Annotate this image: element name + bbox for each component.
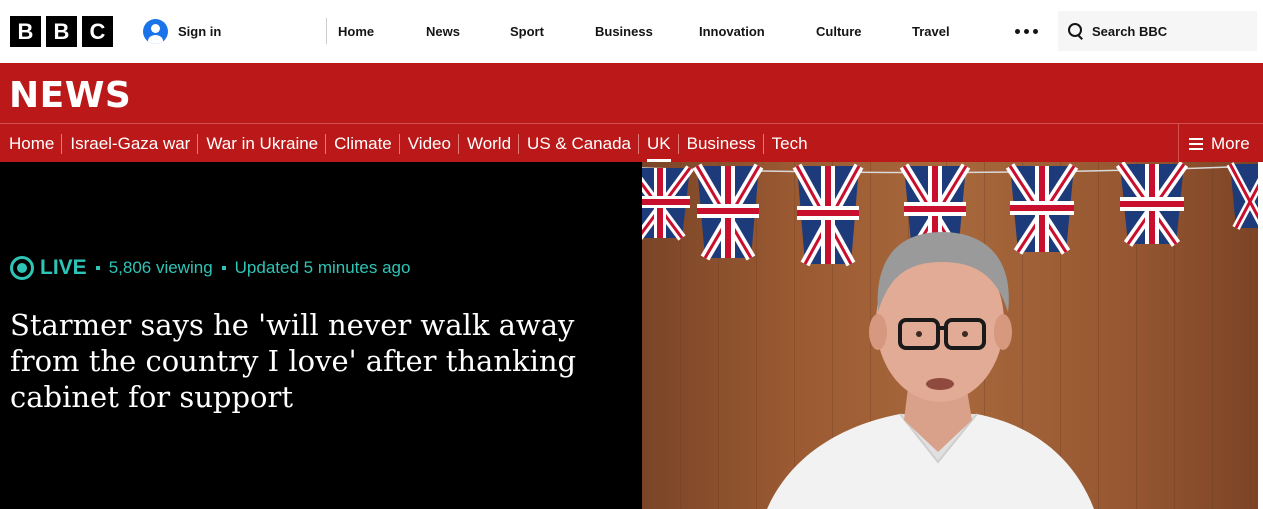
sign-in-button[interactable]: Sign in (143, 19, 221, 44)
live-indicator-icon (10, 256, 34, 280)
subnav-item-video[interactable]: Video (400, 124, 458, 163)
page-edge (1258, 162, 1263, 509)
hero-photo-illustration (642, 162, 1258, 509)
search-label: Search BBC (1092, 23, 1168, 39)
bbc-logo[interactable]: B B C (10, 16, 113, 47)
subnav-item-israel-gaza-war[interactable]: Israel-Gaza war (62, 124, 197, 163)
more-options-icon[interactable] (1015, 29, 1038, 34)
live-label: LIVE (40, 256, 87, 279)
subnav-item-world[interactable]: World (459, 124, 518, 163)
user-account-icon (143, 19, 168, 44)
search-box[interactable]: Search BBC (1058, 11, 1257, 51)
separator-dot (221, 266, 226, 270)
subnav-item-war-in-ukraine[interactable]: War in Ukraine (198, 124, 325, 163)
topnav-travel[interactable]: Travel (912, 0, 950, 63)
sign-in-label: Sign in (178, 24, 222, 39)
news-section-title[interactable]: NEWS (9, 75, 131, 116)
more-menu-button[interactable]: More (1178, 124, 1263, 163)
hamburger-menu-icon (1189, 137, 1203, 150)
topnav-home[interactable]: Home (338, 0, 374, 63)
topnav-business[interactable]: Business (595, 0, 653, 63)
subnav-item-tech[interactable]: Tech (764, 124, 815, 163)
viewer-count: 5,806 viewing (108, 258, 213, 277)
topnav-news[interactable]: News (426, 0, 460, 63)
masthead-divider (326, 18, 327, 44)
subnav-item-uk[interactable]: UK (639, 124, 678, 163)
topnav-innovation[interactable]: Innovation (699, 0, 765, 63)
bbc-logo-letter: B (46, 16, 77, 47)
subnav-item-home[interactable]: Home (0, 124, 61, 163)
updated-timestamp: Updated 5 minutes ago (234, 258, 411, 277)
bbc-logo-letter: B (10, 16, 41, 47)
subnav-item-us-canada[interactable]: US & Canada (519, 124, 638, 163)
separator-dot (95, 266, 100, 270)
search-icon (1068, 23, 1084, 39)
topnav-sport[interactable]: Sport (510, 0, 544, 63)
masthead: B B C Sign in Home News Sport Business I… (0, 0, 1263, 63)
hero-story[interactable]: LIVE 5,806 viewing Updated 5 minutes ago… (0, 162, 1263, 509)
subnav-item-business[interactable]: Business (679, 124, 763, 163)
live-status-row: LIVE 5,806 viewing Updated 5 minutes ago (10, 256, 410, 280)
news-subnav: Home Israel-Gaza war War in Ukraine Clim… (0, 123, 1263, 163)
topnav-culture[interactable]: Culture (816, 0, 862, 63)
hero-photo[interactable] (642, 162, 1258, 509)
bbc-logo-letter: C (82, 16, 113, 47)
hero-headline[interactable]: Starmer says he 'will never walk away fr… (10, 307, 620, 415)
more-menu-label: More (1211, 133, 1250, 153)
subnav-item-climate[interactable]: Climate (326, 124, 399, 163)
news-banner: NEWS (0, 63, 1263, 123)
